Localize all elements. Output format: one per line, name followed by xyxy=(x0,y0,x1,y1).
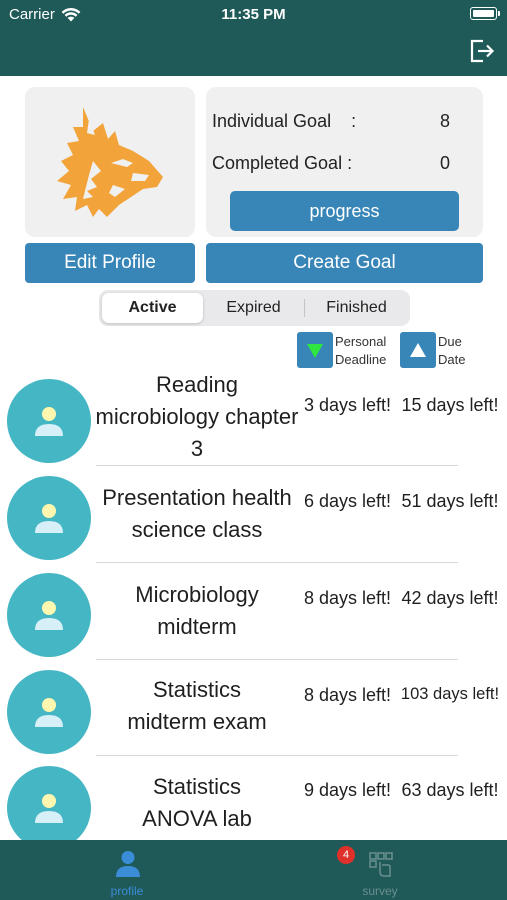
goal-avatar xyxy=(7,670,91,754)
goal-title-line: Presentation health xyxy=(102,485,292,510)
goal-avatar xyxy=(7,476,91,560)
goal-personal-deadline: 3 days left! xyxy=(303,395,392,415)
goal-due-date: 51 days left! xyxy=(401,491,499,511)
person-icon xyxy=(35,698,63,727)
person-icon xyxy=(35,407,63,436)
sort-due-label-line2: Date xyxy=(438,352,466,367)
sort-personal-label-line2: Deadline xyxy=(335,352,387,367)
goal-list-item[interactable]: Microbiology midterm 8 days left! 42 day… xyxy=(0,563,507,659)
survey-icon xyxy=(369,852,393,877)
goal-list-item[interactable]: Statistics ANOVA lab 9 days left! 63 day… xyxy=(0,756,507,852)
create-goal-button[interactable]: Create Goal xyxy=(206,243,483,283)
goal-due-date: 15 days left! xyxy=(401,395,499,415)
nav-bar: Carrier 11:35 PM xyxy=(0,0,507,76)
individual-goal-label: Individual Goal : xyxy=(212,111,357,131)
tab-survey-label: survey xyxy=(362,884,398,898)
goal-avatar xyxy=(7,379,91,463)
goal-title-line: midterm xyxy=(157,614,237,639)
goal-due-date: 42 days left! xyxy=(401,588,499,608)
bottom-tab-bar: profile 4 survey xyxy=(0,840,507,900)
survey-badge: 4 xyxy=(337,846,355,864)
goal-personal-deadline: 6 days left! xyxy=(303,491,392,511)
sort-personal-deadline-button[interactable] xyxy=(297,332,333,368)
person-icon xyxy=(35,794,63,823)
arrow-down-icon xyxy=(307,344,323,358)
sort-due-label: Due Date xyxy=(438,333,465,369)
goal-title-line: science class xyxy=(131,517,263,542)
sort-due-date: Due Date xyxy=(400,332,465,369)
tab-active[interactable]: Active xyxy=(102,293,203,323)
battery-icon xyxy=(470,7,500,20)
status-time: 11:35 PM xyxy=(221,6,286,23)
goal-avatar xyxy=(7,573,91,657)
goal-filter-segment: Active Expired Finished xyxy=(99,290,410,326)
goal-title-line: Reading xyxy=(156,372,238,397)
goal-title-line: ANOVA lab xyxy=(142,806,252,831)
goal-title: Presentation health science class xyxy=(94,482,300,546)
tab-profile-label: profile xyxy=(110,884,144,898)
goal-title-line: microbiology chapter xyxy=(95,404,299,429)
tab-expired[interactable]: Expired xyxy=(203,293,304,323)
arrow-up-icon xyxy=(410,343,426,357)
goal-title: Microbiology midterm xyxy=(94,579,300,643)
tab-finished[interactable]: Finished xyxy=(306,293,407,323)
progress-button[interactable]: progress xyxy=(230,191,459,231)
goal-personal-deadline: 9 days left! xyxy=(303,780,392,800)
person-icon xyxy=(35,601,63,630)
individual-goal-value: 8 xyxy=(440,111,451,131)
tab-survey[interactable]: 4 survey xyxy=(325,840,435,900)
goal-title-line: Statistics xyxy=(152,677,242,702)
goal-personal-deadline: 8 days left! xyxy=(303,588,392,608)
goal-title: Reading microbiology chapter 3 xyxy=(94,369,300,465)
goal-title-line: Statistics xyxy=(152,774,242,799)
goal-list-item[interactable]: Statistics midterm exam 8 days left! 103… xyxy=(0,660,507,756)
profile-icon xyxy=(116,851,140,877)
segment-divider xyxy=(304,299,305,317)
sort-due-date-button[interactable] xyxy=(400,332,436,368)
goal-due-date: 63 days left! xyxy=(401,780,499,800)
goal-title-line: midterm exam xyxy=(127,709,267,734)
person-icon xyxy=(35,504,63,533)
goal-due-date: 103 days left! xyxy=(400,685,500,703)
goal-title: Statistics midterm exam xyxy=(94,674,300,738)
completed-goal-label: Completed Goal : xyxy=(212,153,353,173)
sort-due-label-line1: Due xyxy=(438,334,462,349)
goal-avatar xyxy=(7,766,91,850)
goal-personal-deadline: 8 days left! xyxy=(303,685,392,705)
app-screen: Carrier 11:35 PM Individual Goal: 8 Com… xyxy=(0,0,507,900)
edit-profile-button[interactable]: Edit Profile xyxy=(25,243,195,283)
goal-list-item[interactable]: Reading microbiology chapter 3 3 days le… xyxy=(0,369,507,465)
goal-title-line: Microbiology xyxy=(135,582,259,607)
goals-summary-card: Individual Goal : 8 Completed Goal : 0 p… xyxy=(206,87,483,237)
status-bar: Carrier 11:35 PM xyxy=(0,0,507,30)
goal-list-item[interactable]: Presentation health science class 6 days… xyxy=(0,466,507,562)
sort-personal-deadline: Personal Deadline xyxy=(297,332,386,369)
logout-icon[interactable] xyxy=(469,38,495,64)
wolf-logo-icon xyxy=(57,107,163,217)
sort-personal-label-line1: Personal xyxy=(335,334,387,349)
goal-title: Statistics ANOVA lab xyxy=(94,771,300,835)
completed-goal-value: 0 xyxy=(440,153,451,173)
profile-avatar-card xyxy=(25,87,195,237)
tab-profile[interactable]: profile xyxy=(72,840,182,900)
goal-title-line: 3 xyxy=(190,436,204,461)
sort-personal-label: Personal Deadline xyxy=(335,333,386,369)
